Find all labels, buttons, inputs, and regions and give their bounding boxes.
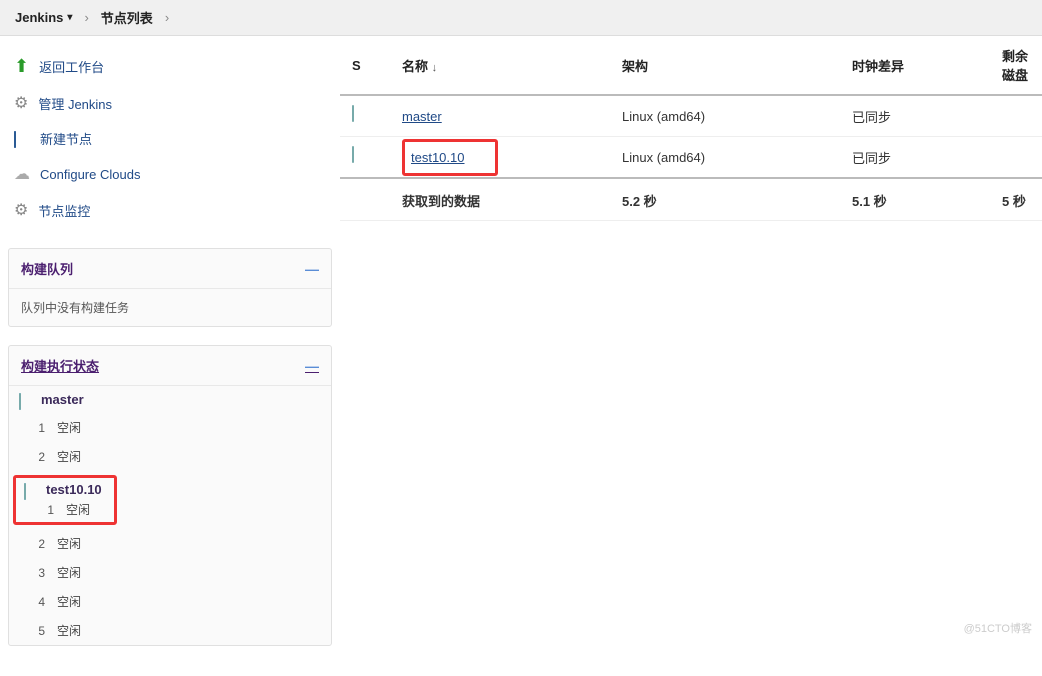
node-link-test1010[interactable]: test10.10 xyxy=(411,150,465,165)
breadcrumb-root[interactable]: Jenkins ▾ xyxy=(15,10,72,25)
executor-node-test1010[interactable]: test10.10 xyxy=(22,480,108,499)
breadcrumb: Jenkins ▾ › 节点列表 › xyxy=(0,0,1042,36)
build-queue-title: 构建队列 xyxy=(21,259,73,278)
arch-cell: Linux (amd64) xyxy=(610,95,840,137)
arch-cell: Linux (amd64) xyxy=(610,137,840,179)
computer-icon xyxy=(24,484,38,496)
col-disk[interactable]: 剩余磁盘 xyxy=(990,36,1042,95)
sidebar: ⬆ 返回工作台 ⚙ 管理 Jenkins 新建节点 ☁ Configure Cl… xyxy=(0,36,340,676)
clock-cell: 已同步 xyxy=(840,95,990,137)
col-status[interactable]: S xyxy=(340,36,390,95)
computer-icon xyxy=(352,147,374,167)
table-row[interactable]: master Linux (amd64) 已同步 xyxy=(340,95,1042,137)
gear-icon: ⚙ xyxy=(14,93,28,113)
clock-cell: 已同步 xyxy=(840,137,990,179)
executor-slot: 1空闲 xyxy=(22,499,108,520)
col-clock[interactable]: 时钟差异 xyxy=(840,36,990,95)
executor-slot: 2空闲 xyxy=(9,442,331,471)
watermark: @51CTO博客 xyxy=(964,620,1032,636)
build-queue-panel: 构建队列 — 队列中没有构建任务 xyxy=(8,248,332,327)
sort-down-icon: ↓ xyxy=(432,62,438,74)
executor-slot: 3空闲 xyxy=(9,558,331,587)
executor-node-master[interactable]: master xyxy=(9,386,331,413)
monitor-icon xyxy=(14,132,30,146)
chevron-right-icon: › xyxy=(165,10,169,25)
executor-slot: 1空闲 xyxy=(9,413,331,442)
caret-down-icon: ▾ xyxy=(67,12,72,23)
computer-icon xyxy=(19,394,33,406)
executors-panel: 构建执行状态 — master 1空闲 2空闲 test10.10 1空闲 2 xyxy=(8,345,332,646)
main-content: S 名称 ↓ 架构 时钟差异 剩余磁盘 master Linux (amd64)… xyxy=(340,36,1042,676)
cloud-icon: ☁ xyxy=(14,164,30,184)
executors-title[interactable]: 构建执行状态 xyxy=(21,356,99,375)
gear-icon: ⚙ xyxy=(14,200,28,220)
executor-slot: 4空闲 xyxy=(9,587,331,616)
executor-slot: 5空闲 xyxy=(9,616,331,645)
up-arrow-icon: ⬆ xyxy=(14,56,29,77)
col-arch[interactable]: 架构 xyxy=(610,36,840,95)
nav-new-node[interactable]: 新建节点 xyxy=(8,121,332,156)
nav-manage-jenkins[interactable]: ⚙ 管理 Jenkins xyxy=(8,85,332,121)
executor-slot: 2空闲 xyxy=(9,529,331,558)
nav-back-to-dashboard[interactable]: ⬆ 返回工作台 xyxy=(8,48,332,85)
nav-configure-clouds[interactable]: ☁ Configure Clouds xyxy=(8,156,332,192)
collapse-icon[interactable]: — xyxy=(305,261,319,277)
col-name[interactable]: 名称 ↓ xyxy=(390,36,610,95)
nav-node-monitoring[interactable]: ⚙ 节点监控 xyxy=(8,192,332,228)
computer-icon xyxy=(352,106,374,126)
table-row[interactable]: test10.10 Linux (amd64) 已同步 xyxy=(340,137,1042,179)
chevron-right-icon: › xyxy=(84,10,88,25)
table-footer: 获取到的数据 5.2 秒 5.1 秒 5 秒 xyxy=(340,178,1042,221)
node-link-master[interactable]: master xyxy=(402,109,442,124)
nodes-table: S 名称 ↓ 架构 时钟差异 剩余磁盘 master Linux (amd64)… xyxy=(340,36,1042,221)
breadcrumb-current[interactable]: 节点列表 xyxy=(101,8,153,27)
collapse-icon[interactable]: — xyxy=(305,358,319,374)
build-queue-empty: 队列中没有构建任务 xyxy=(9,289,331,326)
